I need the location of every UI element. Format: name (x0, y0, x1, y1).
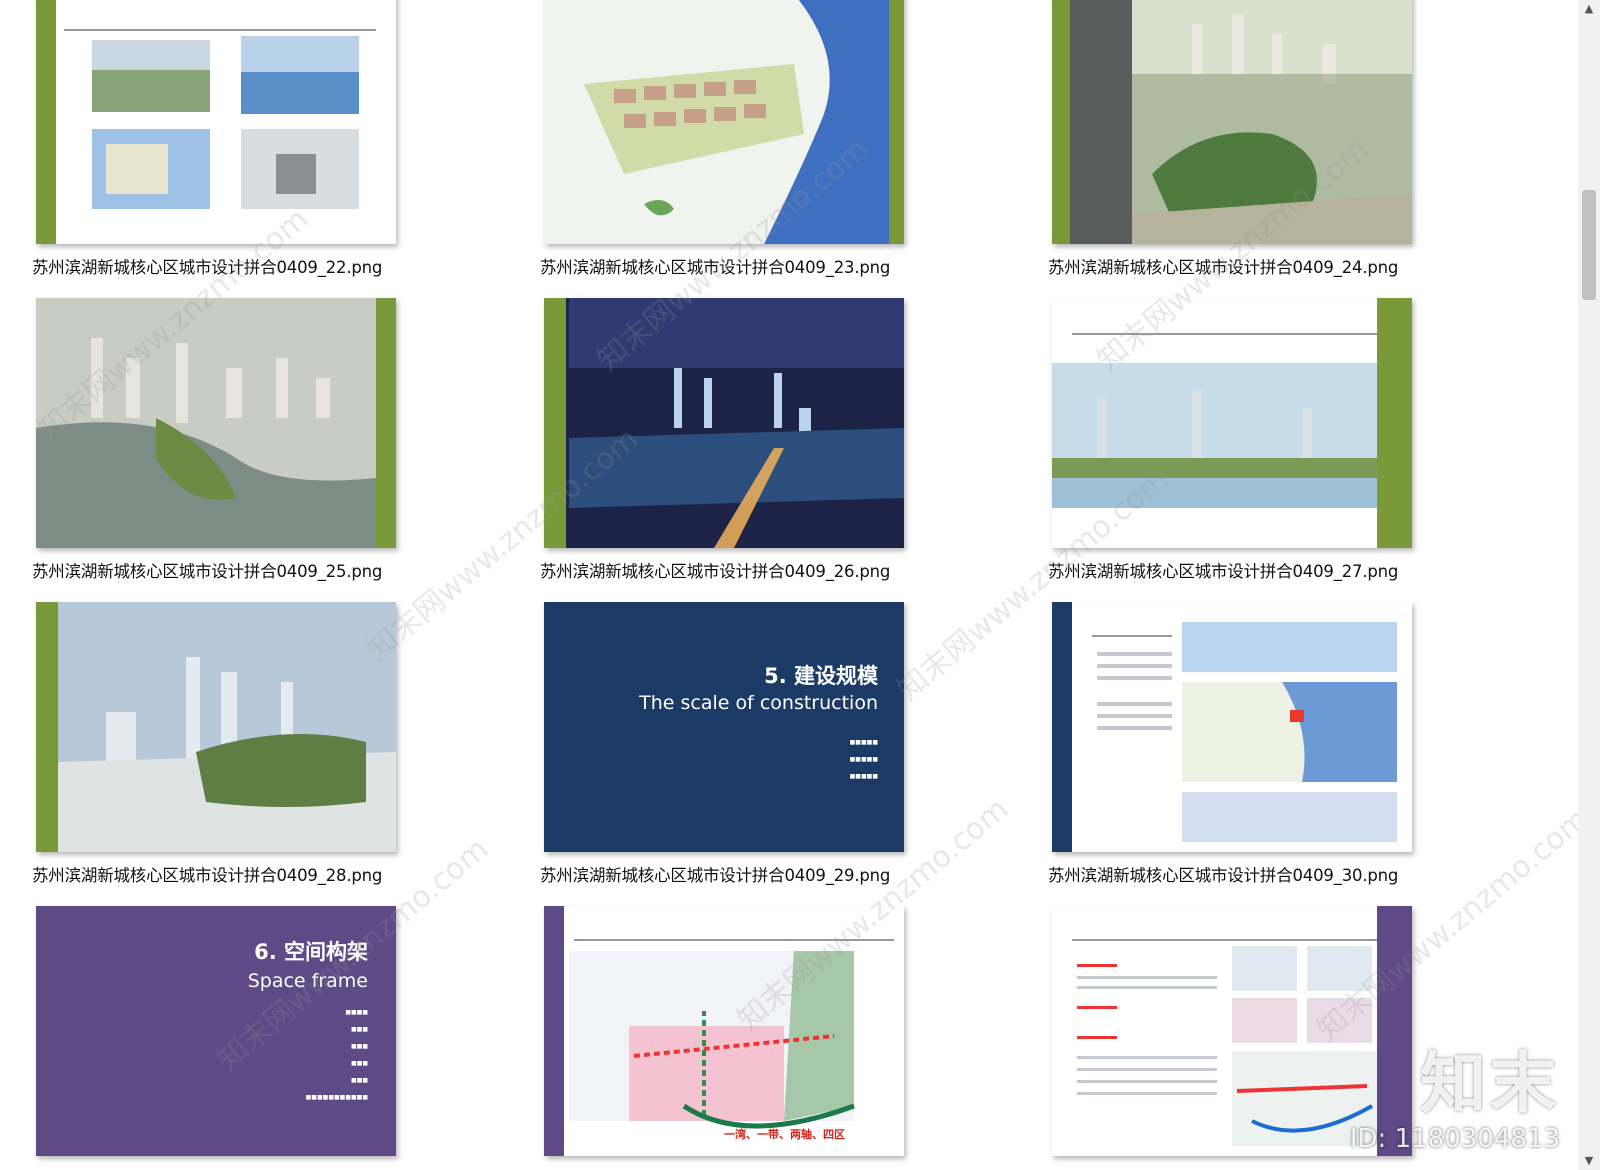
brand-logo: 知末 (1420, 1044, 1560, 1122)
slide-title-en: Space frame (247, 970, 368, 992)
file-name[interactable]: 苏州滨湖新城核心区城市设计拼合0409_29.png (540, 862, 920, 886)
scroll-thumb[interactable] (1582, 190, 1596, 300)
brand-id: ID: 1180304813 (1349, 1124, 1560, 1154)
file-thumbnail-grid: 苏州滨湖新城核心区城市设计拼合0409_22.png 苏州滨湖新城核心区城市设计… (0, 0, 1595, 1170)
thumbnail-image[interactable] (36, 0, 396, 244)
thumbnail-image[interactable] (1052, 298, 1412, 548)
file-name[interactable]: 苏州滨湖新城核心区城市设计拼合0409_28.png (32, 862, 412, 886)
thumbnail-image[interactable]: 6. 空间构架 Space frame ■■■■ ■■■ ■■■ ■■■ ■■■ ■■■■… (36, 906, 396, 1156)
thumbnail-image[interactable] (36, 602, 396, 852)
file-name[interactable]: 苏州滨湖新城核心区城市设计拼合0409_30.png (1048, 862, 1428, 886)
slide-item-list: ■■■■■ ■■■■■ ■■■■■ (849, 739, 878, 780)
file-name[interactable]: 苏州滨湖新城核心区城市设计拼合0409_25.png (32, 558, 412, 582)
file-name[interactable]: 苏州滨湖新城核心区城市设计拼合0409_23.png (540, 254, 920, 278)
thumbnail-image[interactable] (36, 298, 396, 548)
slide-title-zh: 6. 空间构架 (254, 940, 368, 964)
slide-title-zh: 5. 建设规模 (764, 664, 878, 688)
file-name[interactable]: 苏州滨湖新城核心区城市设计拼合0409_24.png (1048, 254, 1428, 278)
slide-item-list: ■■■■ ■■■ ■■■ ■■■ ■■■ ■■■■■■■■■■■ (305, 1009, 368, 1101)
scroll-up-icon[interactable]: ▲ (1578, 0, 1600, 18)
file-name[interactable]: 苏州滨湖新城核心区城市设计拼合0409_22.png (32, 254, 412, 278)
file-name[interactable]: 苏州滨湖新城核心区城市设计拼合0409_27.png (1048, 558, 1428, 582)
brand-watermark: 知末 ID: 1180304813 (1350, 1030, 1560, 1154)
vertical-scrollbar[interactable]: ▲ ▼ (1578, 0, 1600, 1170)
thumbnail-image[interactable] (1052, 0, 1412, 244)
file-name[interactable]: 苏州滨湖新城核心区城市设计拼合0409_26.png (540, 558, 920, 582)
slide-title-en: The scale of construction (639, 692, 878, 714)
thumbnail-image[interactable] (1052, 602, 1412, 852)
thumbnail-image[interactable] (544, 0, 904, 244)
thumbnail-image[interactable]: 5. 建设规模 The scale of construction ■■■■■ ■… (544, 602, 904, 852)
thumbnail-image[interactable] (544, 298, 904, 548)
scroll-down-icon[interactable]: ▼ (1578, 1152, 1600, 1170)
slide-caption: 一湾、一带、两轴、四区 (724, 1128, 845, 1141)
thumbnail-image[interactable]: 一湾、一带、两轴、四区 (544, 906, 904, 1156)
